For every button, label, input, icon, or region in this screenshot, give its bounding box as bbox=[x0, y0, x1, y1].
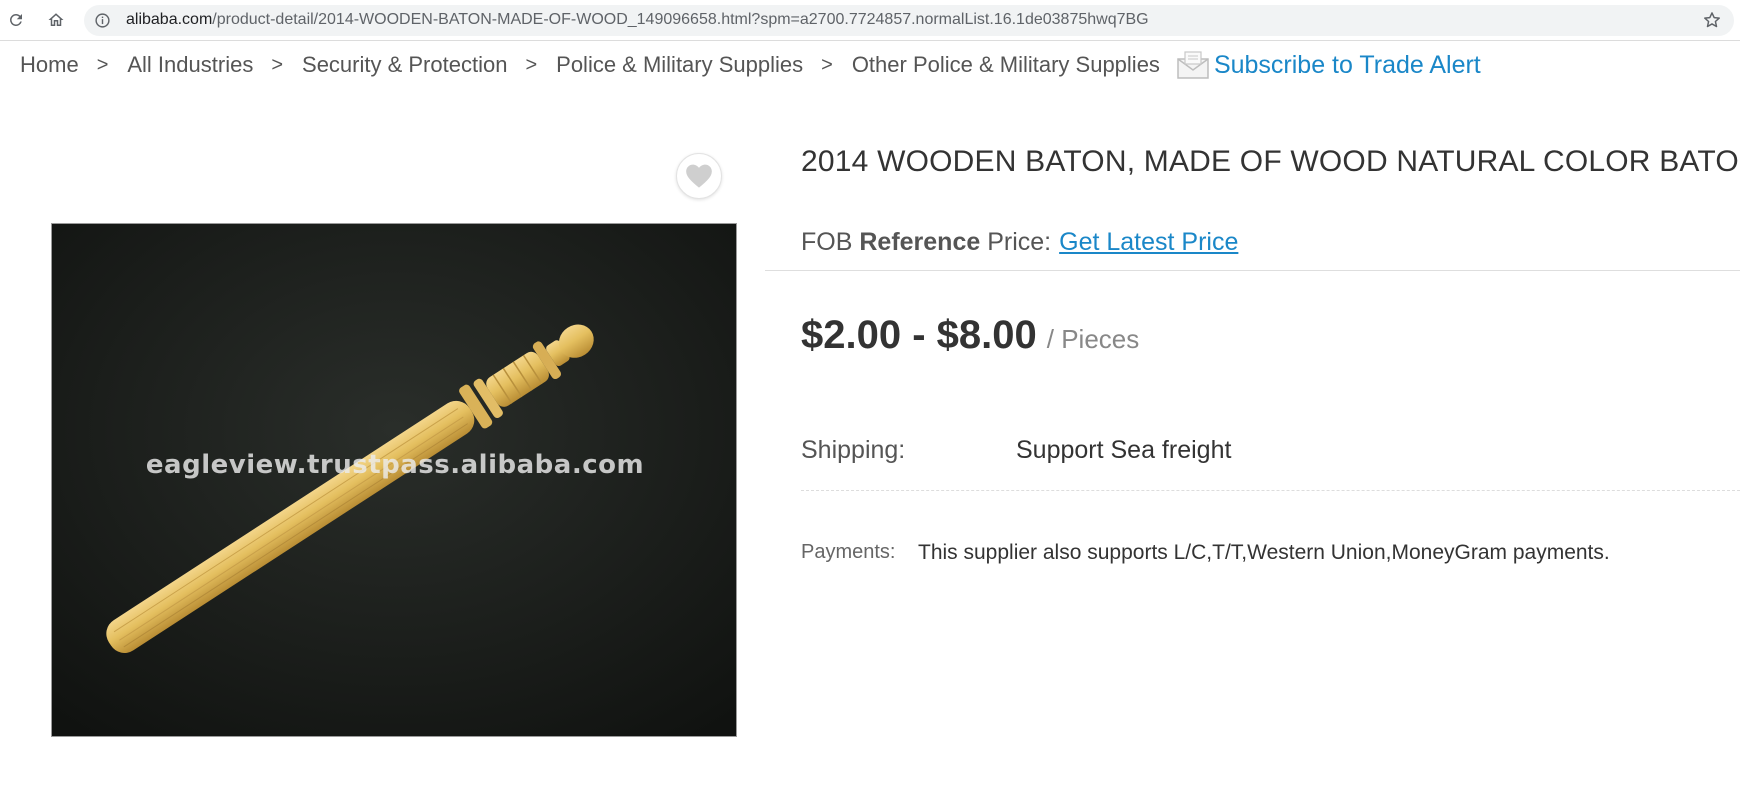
dashed-divider bbox=[801, 490, 1740, 491]
reload-icon[interactable] bbox=[4, 8, 28, 32]
browser-toolbar: alibaba.com/product-detail/2014-WOODEN-B… bbox=[0, 0, 1740, 41]
url-text[interactable]: alibaba.com/product-detail/2014-WOODEN-B… bbox=[126, 11, 1149, 29]
breadcrumb-security-protection[interactable]: Security & Protection bbox=[302, 52, 507, 78]
breadcrumb-separator: > bbox=[96, 53, 109, 76]
heart-icon bbox=[686, 164, 712, 188]
price-range: $2.00 - $8.00 / Pieces bbox=[801, 313, 1139, 358]
image-watermark: eagleview.trustpass.alibaba.com bbox=[145, 450, 645, 480]
reference-label: Reference bbox=[859, 228, 981, 256]
info-icon[interactable] bbox=[94, 12, 111, 29]
breadcrumb-other-police-military[interactable]: Other Police & Military Supplies bbox=[852, 52, 1160, 78]
favorite-button[interactable] bbox=[676, 153, 722, 199]
url-path: /product-detail/2014-WOODEN-BATON-MADE-O… bbox=[212, 11, 1149, 28]
breadcrumb-home[interactable]: Home bbox=[20, 52, 79, 78]
breadcrumb: Home > All Industries > Security & Prote… bbox=[20, 50, 1481, 80]
product-image[interactable]: eagleview.trustpass.alibaba.com bbox=[51, 223, 737, 737]
get-latest-price-link[interactable]: Get Latest Price bbox=[1059, 228, 1238, 256]
price-value: $2.00 - $8.00 bbox=[801, 313, 1037, 357]
fob-label: FOB bbox=[801, 228, 853, 256]
reference-price-row: FOB Reference Price: Get Latest Price bbox=[801, 228, 1238, 257]
baton-photo bbox=[52, 224, 736, 736]
breadcrumb-all-industries[interactable]: All Industries bbox=[127, 52, 253, 78]
price-label: Price: bbox=[987, 228, 1052, 256]
breadcrumb-separator: > bbox=[271, 53, 284, 76]
shipping-value: Support Sea freight bbox=[1016, 436, 1232, 464]
url-host: alibaba.com bbox=[126, 11, 213, 28]
payments-value: This supplier also supports L/C,T/T,West… bbox=[918, 541, 1610, 564]
address-bar[interactable]: alibaba.com/product-detail/2014-WOODEN-B… bbox=[84, 5, 1734, 36]
breadcrumb-separator: > bbox=[525, 53, 538, 76]
breadcrumb-separator: > bbox=[821, 53, 833, 76]
breadcrumb-police-military[interactable]: Police & Military Supplies bbox=[556, 52, 803, 78]
payments-label: Payments: bbox=[801, 541, 896, 563]
home-icon[interactable] bbox=[44, 8, 68, 32]
product-title: 2014 WOODEN BATON, MADE OF WOOD NATURAL … bbox=[801, 145, 1740, 178]
mail-icon bbox=[1176, 50, 1210, 80]
subscribe-trade-alert-link[interactable]: Subscribe to Trade Alert bbox=[1176, 50, 1481, 80]
shipping-label: Shipping: bbox=[801, 436, 906, 464]
divider bbox=[765, 270, 1740, 271]
star-icon[interactable] bbox=[1702, 10, 1722, 30]
subscribe-label: Subscribe to Trade Alert bbox=[1213, 50, 1481, 79]
price-unit: / Pieces bbox=[1046, 324, 1140, 354]
